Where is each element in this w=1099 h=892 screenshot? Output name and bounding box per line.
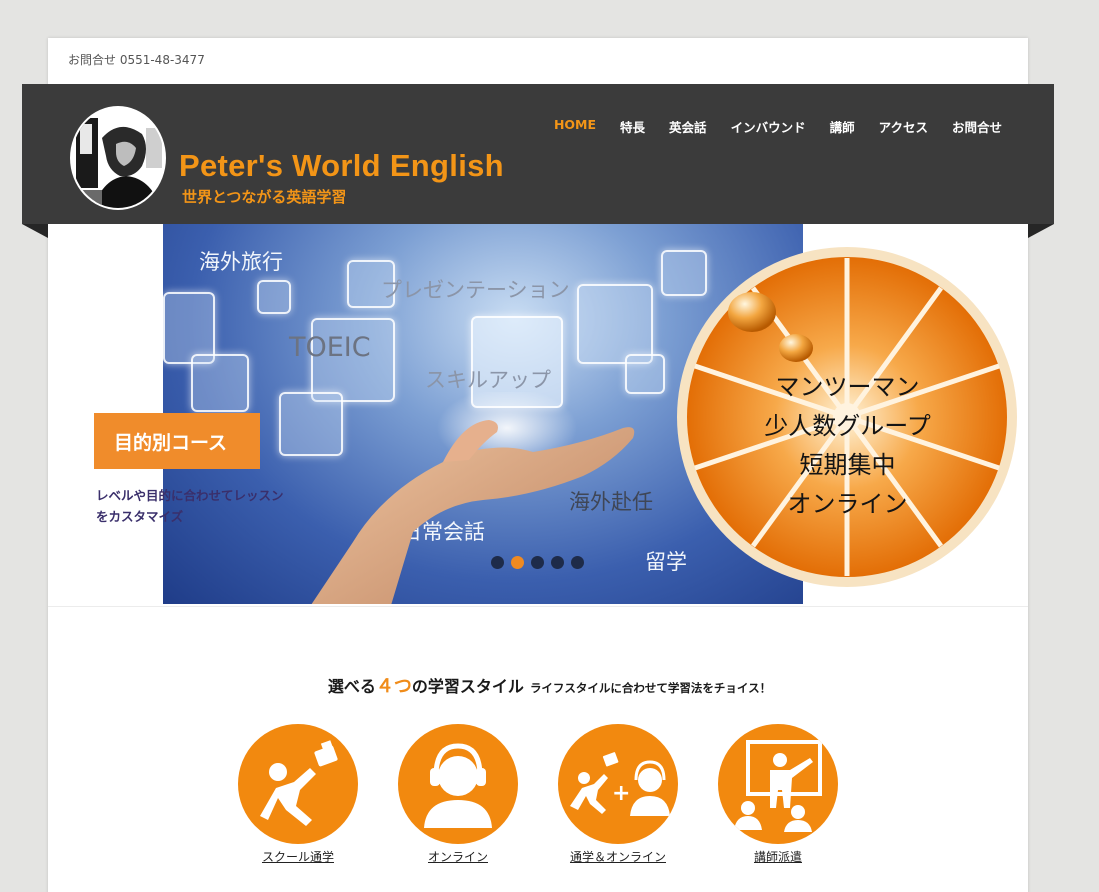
slider-dot-5[interactable] bbox=[571, 556, 584, 569]
service-small-group: 少人数グループ bbox=[764, 412, 931, 440]
style-card-teacher-dispatch[interactable]: 講師派遣 bbox=[716, 724, 840, 865]
open-hand-image bbox=[311, 392, 635, 604]
style-label-school-and-online[interactable]: 通学＆オンライン bbox=[556, 848, 680, 865]
word-presentation: プレゼンテーション bbox=[381, 278, 570, 302]
service-types: マンツーマン 少人数グループ 短期集中 オンライン bbox=[676, 368, 1019, 524]
slider-dot-2[interactable] bbox=[511, 556, 524, 569]
svg-text:+: + bbox=[612, 781, 630, 806]
nav-inbound[interactable]: インバウンド bbox=[731, 117, 806, 136]
style-label-school[interactable]: スクール通学 bbox=[236, 848, 360, 865]
style-label-teacher-dispatch[interactable]: 講師派遣 bbox=[716, 848, 840, 865]
nav-english-conversation[interactable]: 英会話 bbox=[669, 117, 707, 136]
slider-dot-3[interactable] bbox=[531, 556, 544, 569]
style-card-school[interactable]: スクール通学 bbox=[236, 724, 360, 865]
word-toeic: TOEIC bbox=[289, 332, 371, 363]
slider-pagination bbox=[491, 556, 584, 569]
word-skillup: スキルアップ bbox=[425, 368, 551, 392]
contact-phone: お問合せ 0551-48-3477 bbox=[68, 53, 205, 67]
header-ribbon-fold-right bbox=[1028, 224, 1054, 238]
nav-features[interactable]: 特長 bbox=[620, 117, 645, 136]
nav-access[interactable]: アクセス bbox=[879, 117, 928, 136]
service-online: オンライン bbox=[787, 490, 908, 518]
course-description: レベルや目的に合わせてレッスン をカスタマイズ bbox=[96, 485, 326, 527]
site-title[interactable]: Peter's World English bbox=[179, 148, 504, 184]
logo-portrait[interactable] bbox=[70, 106, 166, 210]
glass-square bbox=[625, 354, 665, 394]
course-description-line: をカスタマイズ bbox=[96, 509, 184, 524]
header-ribbon-fold-left bbox=[22, 224, 48, 238]
heading-post: の学習スタイル bbox=[411, 677, 524, 696]
service-intensive: 短期集中 bbox=[799, 451, 896, 479]
glass-square bbox=[191, 354, 249, 412]
nav-contact[interactable]: お問合せ bbox=[952, 117, 1002, 136]
school-runner-icon bbox=[238, 724, 358, 844]
slider-dot-1[interactable] bbox=[491, 556, 504, 569]
slider-dot-4[interactable] bbox=[551, 556, 564, 569]
main-nav: HOME 特長 英会話 インバウンド 講師 アクセス お問合せ bbox=[530, 117, 1002, 136]
heading-pre: 選べる bbox=[327, 677, 376, 696]
course-description-line: レベルや目的に合わせてレッスン bbox=[96, 488, 284, 503]
glass-square bbox=[257, 280, 291, 314]
word-travel: 海外旅行 bbox=[199, 250, 283, 274]
style-card-online[interactable]: オンライン bbox=[396, 724, 520, 865]
style-label-online[interactable]: オンライン bbox=[396, 848, 520, 865]
nav-teachers[interactable]: 講師 bbox=[830, 117, 855, 136]
site-tagline: 世界とつながる英語学習 bbox=[182, 188, 347, 206]
site-header: Peter's World English 世界とつながる英語学習 HOME 特… bbox=[22, 84, 1054, 224]
runner-plus-headset-icon: + bbox=[558, 724, 678, 844]
course-by-purpose-button[interactable]: 目的別コース bbox=[94, 413, 260, 469]
learning-styles-heading: 選べる４つの学習スタイル ライフスタイルに合わせて学習法をチョイス！ bbox=[0, 672, 1099, 698]
headset-person-icon bbox=[398, 724, 518, 844]
service-one-on-one: マンツーマン bbox=[775, 373, 920, 401]
nav-home[interactable]: HOME bbox=[554, 117, 596, 136]
heading-number: ４つ bbox=[375, 676, 412, 697]
style-card-school-and-online[interactable]: + 通学＆オンライン bbox=[556, 724, 680, 865]
glass-square bbox=[577, 284, 653, 364]
heading-subtitle: ライフスタイルに合わせて学習法をチョイス！ bbox=[529, 681, 772, 695]
teacher-board-icon bbox=[718, 724, 838, 844]
section-divider bbox=[48, 606, 1028, 607]
